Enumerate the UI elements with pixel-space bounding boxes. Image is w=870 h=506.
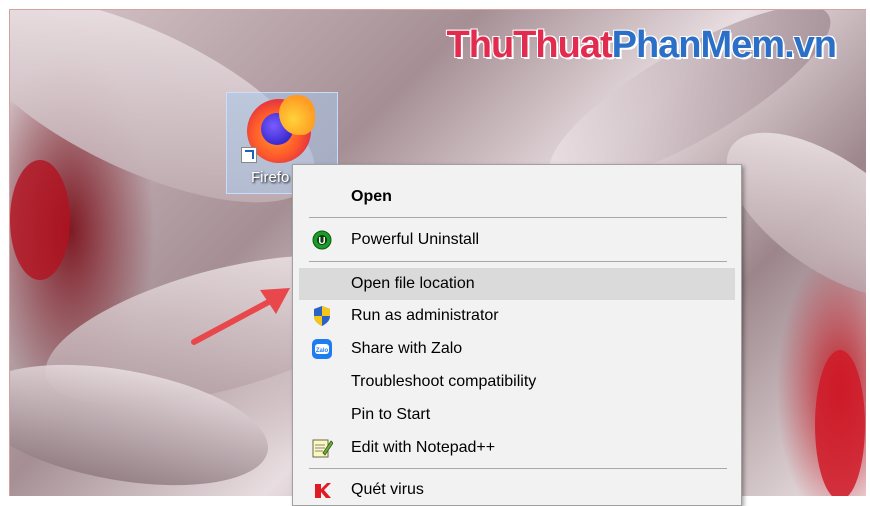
powerful-uninstall-icon: U: [311, 229, 333, 251]
watermark-logo: ThuThuatPhanMem.vn: [446, 24, 837, 67]
menu-item-label: Troubleshoot compatibility: [351, 373, 537, 390]
menu-item-label: Edit with Notepad++: [351, 439, 496, 456]
menu-item-run-as-administrator[interactable]: Run as administrator: [299, 300, 735, 332]
menu-item-pin-to-start[interactable]: Pin to Start: [299, 399, 735, 431]
menu-item-edit-with-notepad-plus-plus[interactable]: Edit with Notepad++: [299, 432, 735, 464]
menu-item-share-with-zalo[interactable]: Zalo Share with Zalo: [299, 333, 735, 365]
menu-item-label: Powerful Uninstall: [351, 231, 480, 248]
red-arrow-annotation: [191, 288, 290, 345]
context-menu: Open U Powerful Uninstall Open file loca…: [292, 164, 742, 506]
desktop-icon-label: Firefo: [251, 169, 290, 186]
watermark-part1: ThuThuat: [446, 24, 613, 66]
menu-item-label: Quét virus: [351, 481, 424, 498]
menu-item-open-file-location[interactable]: Open file location: [299, 268, 735, 300]
menu-separator: [309, 261, 727, 262]
shortcut-arrow-icon: [241, 147, 257, 163]
menu-item-scan-virus[interactable]: Quét virus: [299, 474, 735, 506]
menu-item-troubleshoot-compatibility[interactable]: Troubleshoot compatibility: [299, 366, 735, 398]
menu-item-label: Open: [351, 188, 392, 205]
kaspersky-icon: [311, 479, 333, 501]
watermark-part2: PhanMem.vn: [611, 24, 837, 66]
uac-shield-icon: [311, 305, 333, 327]
notepad-plus-plus-icon: [311, 437, 333, 459]
menu-item-powerful-uninstall[interactable]: U Powerful Uninstall: [299, 224, 735, 256]
wallpaper-red-accent: [10, 160, 70, 280]
menu-item-label: Run as administrator: [351, 307, 499, 324]
svg-text:U: U: [318, 236, 325, 247]
firefox-flame-icon: [279, 95, 315, 135]
menu-item-open[interactable]: Open: [299, 181, 735, 213]
menu-item-label: Pin to Start: [351, 406, 431, 423]
menu-item-label: Open file location: [351, 275, 475, 292]
wallpaper-red-accent: [815, 350, 865, 496]
zalo-icon: Zalo: [311, 338, 333, 360]
svg-text:Zalo: Zalo: [316, 348, 329, 354]
menu-separator: [309, 468, 727, 469]
menu-item-label: Share with Zalo: [351, 340, 463, 357]
menu-separator: [309, 217, 727, 218]
